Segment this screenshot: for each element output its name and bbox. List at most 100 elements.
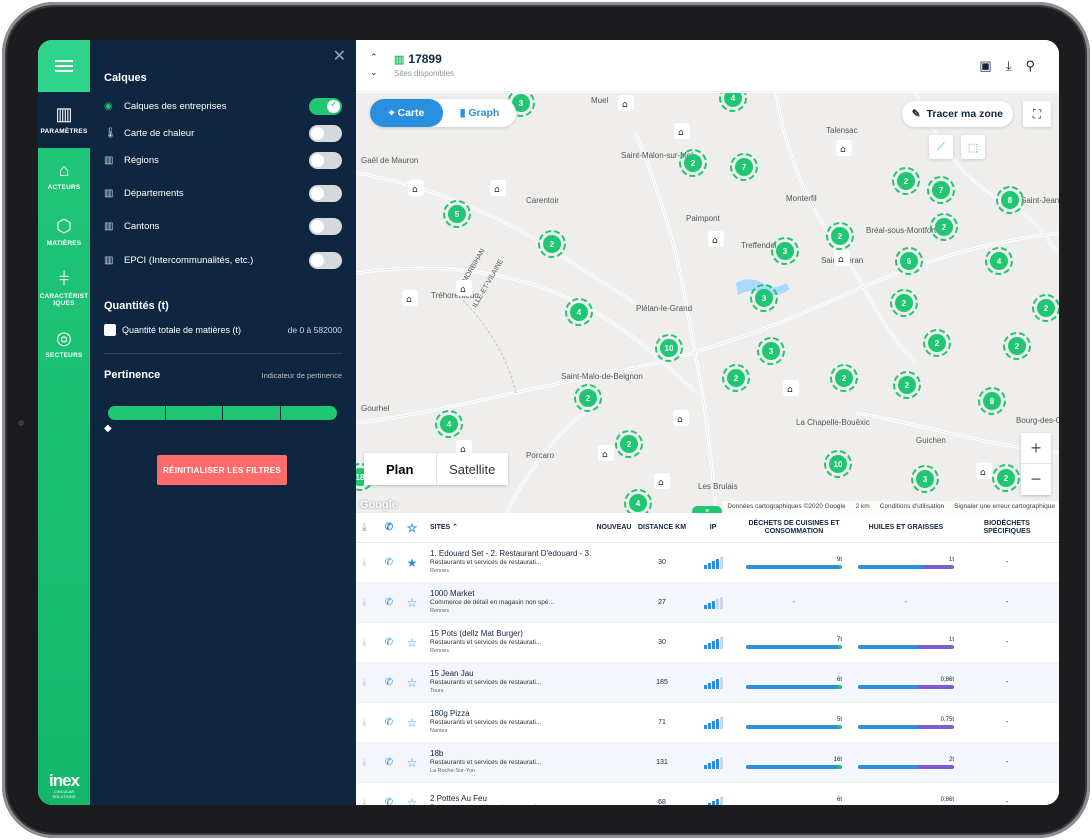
site-name-cell[interactable]: 18b Restaurants et services de restaurati… [424, 749, 592, 776]
phone-icon[interactable]: ✆ [378, 522, 400, 533]
tab-carte[interactable]: ⌖ Carte [370, 99, 443, 127]
rail-item-matières[interactable]: ⬡ MATIÈRES [38, 204, 90, 260]
zoom-in-button[interactable]: + [1021, 433, 1051, 464]
star-icon[interactable]: ☆ [400, 521, 424, 535]
star-icon[interactable]: ☆ [400, 596, 424, 610]
site-name[interactable]: 18b [430, 749, 592, 758]
site-name-cell[interactable]: 2 Pottes Au FeuRestaurants et services d… [424, 794, 592, 806]
polygon-icon[interactable]: ⬚ [961, 135, 985, 159]
quantity-range: de 0 à 582000 [287, 325, 342, 335]
draw-zone-button[interactable]: ✎ Tracer ma zone [901, 101, 1013, 127]
save-icon[interactable]: ▣ [979, 58, 991, 74]
distance-cell: 185 [656, 679, 668, 686]
download-icon[interactable]: ⤓ [356, 757, 378, 768]
download-icon[interactable]: ⤓ [356, 597, 378, 608]
site-name-cell[interactable]: 1000 Market Commerce de détail en magasin… [424, 589, 592, 616]
star-icon[interactable]: ☆ [400, 676, 424, 690]
layer-toggle[interactable] [309, 97, 342, 115]
map-place-label: Bréal-sous-Montfort [866, 226, 937, 235]
star-icon[interactable]: ★ [400, 556, 424, 570]
site-name[interactable]: 180g Pizza [430, 709, 592, 718]
bank-icon: ⌂ [840, 145, 846, 155]
site-name-cell[interactable]: 15 Pots (dellz Mat Burger) Restaurants et… [424, 629, 592, 656]
site-name-cell[interactable]: 15 Jean Jau Restaurants et services de re… [424, 669, 592, 696]
phone-icon[interactable]: ✆ [378, 757, 400, 768]
attrib-terms[interactable]: Conditions d'utilisation [880, 503, 944, 511]
download-icon[interactable]: ⤓ [356, 522, 378, 533]
layer-toggle[interactable] [309, 184, 342, 202]
fullscreen-icon[interactable]: ⛶ [1023, 101, 1051, 127]
sites-count: ▥ 17899 [394, 52, 442, 66]
site-name[interactable]: 15 Jean Jau [430, 669, 592, 678]
sort-arrows[interactable]: ⌃ ⌄ [370, 50, 378, 80]
plan-button[interactable]: Plan [364, 453, 437, 485]
map-view[interactable]: Muel Talensac Saint-Malon-sur-Mel Bréal-sou… [356, 93, 1059, 513]
pertinence-slider[interactable] [108, 406, 337, 420]
download-icon[interactable]: ⤓ [356, 677, 378, 688]
site-name-cell[interactable]: 180g Pizza Restaurants et services de res… [424, 709, 592, 736]
rail-item-acteurs[interactable]: ⌂ ACTEURS [38, 148, 90, 204]
star-icon[interactable]: ☆ [400, 756, 424, 770]
phone-icon[interactable]: ✆ [378, 597, 400, 608]
hamburger-icon [55, 60, 73, 72]
slider-handle[interactable]: ◆ [104, 423, 112, 434]
col-sites[interactable]: SITES ⌃ [424, 523, 592, 532]
chevron-up-icon[interactable]: ⌃ [370, 50, 378, 65]
site-name[interactable]: 1. Edouard Set - 2. Restaurant D'edouard… [430, 549, 592, 558]
download-icon[interactable]: ⤓ [356, 717, 378, 728]
chevron-down-icon[interactable]: ⌄ [370, 65, 378, 80]
col-huiles[interactable]: HUILES ET GRAISSES [850, 524, 962, 532]
ruler-icon[interactable]: ⟋ [929, 135, 953, 159]
layer-toggle[interactable] [309, 151, 342, 169]
table-row[interactable]: ⤓ ✆ ☆ 1000 Market Commerce de détail en maga… [356, 583, 1059, 623]
col-ip[interactable]: IP [688, 524, 738, 531]
tab-graph[interactable]: ▮ Graph [443, 99, 516, 127]
download-icon[interactable]: ⤓ [356, 557, 378, 568]
layer-toggle[interactable] [309, 251, 342, 269]
zoom-control: + − [1021, 433, 1051, 495]
rail-item-caractérist-iques[interactable]: ⫩ CARACTÉRIST IQUES [38, 260, 90, 316]
layer-toggle[interactable] [309, 217, 342, 235]
phone-icon[interactable]: ✆ [378, 557, 400, 568]
close-icon[interactable]: ✕ [333, 46, 346, 66]
cluster-count: 2 [902, 299, 907, 308]
phone-icon[interactable]: ✆ [378, 637, 400, 648]
download-icon[interactable]: ⤓ [356, 637, 378, 648]
site-name[interactable]: 15 Pots (dellz Mat Burger) [430, 629, 592, 638]
col-biodechets[interactable]: BIODÉCHETS SPÉCIFIQUES [962, 520, 1052, 536]
table-row[interactable]: ⤓ ✆ ☆ 15 Pots (dellz Mat Burger) Restaurants… [356, 623, 1059, 663]
site-name-cell[interactable]: 1. Edouard Set - 2. Restaurant D'edouard… [424, 549, 592, 576]
star-icon[interactable]: ☆ [400, 796, 424, 806]
table-row[interactable]: ⤓ ✆ ★ 1. Edouard Set - 2. Restaurant D'edou… [356, 543, 1059, 583]
map-canvas[interactable]: MuelTalensacSaint-Malon-sur-MelBréal-sou… [356, 93, 1059, 513]
col-nouveau[interactable]: NOUVEAU [592, 524, 636, 531]
col-distance[interactable]: DISTANCE KM [636, 524, 688, 531]
zoom-out-button[interactable]: − [1021, 464, 1051, 495]
satellite-button[interactable]: Satellite [437, 453, 509, 485]
phone-icon[interactable]: ✆ [378, 717, 400, 728]
rail-item-paramètres[interactable]: ▥ PARAMÈTRES [38, 92, 90, 148]
site-name[interactable]: 1000 Market [430, 589, 592, 598]
rail-item-secteurs[interactable]: ◎ SECTEURS [38, 316, 90, 372]
layer-label: Calques des entreprises [124, 100, 227, 112]
quantity-checkbox[interactable] [104, 324, 116, 336]
table-row[interactable]: ⤓✆☆2 Pottes Au FeuRestaurants et service… [356, 783, 1059, 805]
menu-button[interactable] [38, 40, 90, 92]
layer-toggle[interactable] [309, 124, 342, 142]
download-icon[interactable]: ⤓ [356, 797, 378, 805]
ip-signal-icon [688, 556, 738, 569]
table-row[interactable]: ⤓ ✆ ☆ 18b Restaurants et services de restaur… [356, 743, 1059, 783]
phone-icon[interactable]: ✆ [378, 797, 400, 805]
col-dechets[interactable]: DÉCHETS DE CUISINES ET CONSOMMATION [738, 520, 850, 536]
star-icon[interactable]: ☆ [400, 716, 424, 730]
table-row[interactable]: ⤓ ✆ ☆ 15 Jean Jau Restaurants et services de… [356, 663, 1059, 703]
phone-icon[interactable]: ✆ [378, 677, 400, 688]
download-icon[interactable]: ⤓ [1006, 58, 1012, 74]
site-name[interactable]: 2 Pottes Au Feu [430, 794, 592, 803]
search-icon[interactable]: ⚲ [1025, 58, 1035, 74]
star-icon[interactable]: ☆ [400, 636, 424, 650]
attrib-report[interactable]: Signaler une erreur cartographique [954, 503, 1055, 511]
reset-filters-button[interactable]: RÉINITIALISER LES FILTRES [157, 455, 287, 485]
panel-resize-handle[interactable]: ≡ [692, 506, 722, 513]
table-row[interactable]: ⤓ ✆ ☆ 180g Pizza Restaurants et services de … [356, 703, 1059, 743]
